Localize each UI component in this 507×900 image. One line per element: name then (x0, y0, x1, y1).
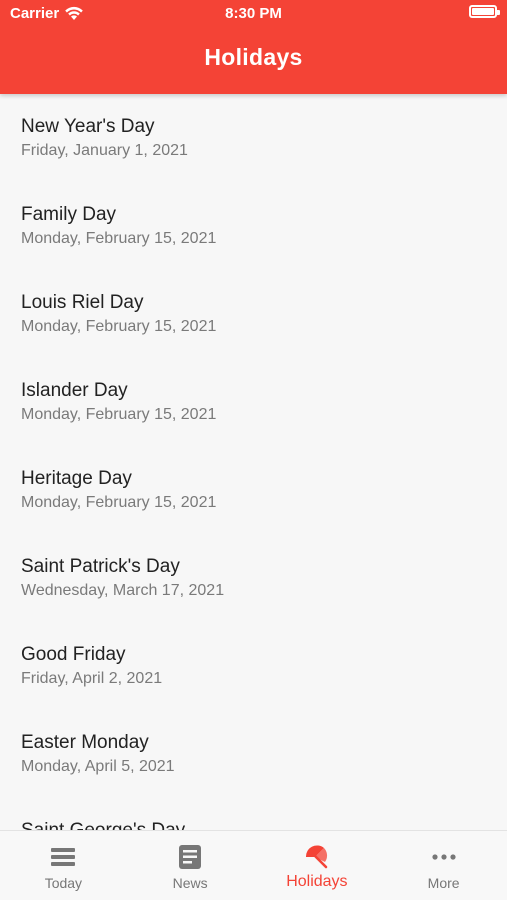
status-right (469, 5, 500, 22)
holiday-name: Islander Day (21, 380, 128, 401)
holiday-date: Friday, April 2, 2021 (21, 670, 163, 687)
list-item[interactable]: Heritage Day Monday, February 15, 2021 (0, 446, 507, 534)
holiday-name: Heritage Day (21, 468, 132, 489)
holiday-name: Easter Monday (21, 732, 149, 753)
list-item[interactable]: New Year's Day Friday, January 1, 2021 (0, 94, 507, 182)
battery-icon (469, 5, 500, 18)
tab-more[interactable]: More (380, 831, 507, 900)
list-item[interactable]: Saint George's Day (0, 798, 507, 830)
tab-news[interactable]: News (127, 831, 254, 900)
holiday-list[interactable]: New Year's Day Friday, January 1, 2021 F… (0, 94, 507, 830)
status-time: 8:30 PM (225, 5, 282, 22)
tab-label: Today (44, 875, 83, 891)
app-screen: Carrier 8:30 PM Holidays New Year's Day … (0, 0, 507, 900)
list-item[interactable]: Family Day Monday, February 15, 2021 (0, 182, 507, 270)
holiday-name: Saint George's Day (21, 819, 507, 830)
holiday-date: Monday, February 15, 2021 (21, 318, 217, 335)
holiday-date: Monday, February 15, 2021 (21, 406, 217, 423)
document-icon (176, 844, 204, 870)
beach-umbrella-icon (303, 844, 331, 870)
holiday-name: Good Friday (21, 644, 126, 665)
holiday-name: New Year's Day (21, 116, 155, 137)
holiday-name: Family Day (21, 204, 117, 225)
tab-bar: Today News Holidays More (0, 830, 507, 900)
menu-lines-icon (49, 844, 77, 870)
holiday-date: Monday, April 5, 2021 (21, 758, 175, 775)
more-dots-icon (430, 844, 458, 870)
list-item[interactable]: Islander Day Monday, February 15, 2021 (0, 358, 507, 446)
list-item[interactable]: Saint Patrick's Day Wednesday, March 17,… (0, 534, 507, 622)
holiday-date: Monday, February 15, 2021 (21, 494, 217, 511)
list-item[interactable]: Louis Riel Day Monday, February 15, 2021 (0, 270, 507, 358)
tab-label: News (172, 875, 208, 891)
holiday-name: Saint Patrick's Day (21, 556, 180, 577)
list-item[interactable]: Easter Monday Monday, April 5, 2021 (0, 710, 507, 798)
tab-label: Holidays (286, 873, 348, 890)
holiday-date: Wednesday, March 17, 2021 (21, 582, 225, 599)
page-title: Holidays (204, 44, 303, 70)
status-bar: Carrier 8:30 PM (0, 0, 507, 30)
holiday-name: Louis Riel Day (21, 292, 144, 313)
tab-today[interactable]: Today (0, 831, 127, 900)
holiday-date: Monday, February 15, 2021 (21, 230, 217, 247)
tab-holidays[interactable]: Holidays (254, 831, 381, 900)
list-item[interactable]: Good Friday Friday, April 2, 2021 (0, 622, 507, 710)
tab-label: More (427, 875, 460, 891)
holiday-date: Friday, January 1, 2021 (21, 142, 188, 159)
app-header: Carrier 8:30 PM Holidays (0, 0, 507, 94)
